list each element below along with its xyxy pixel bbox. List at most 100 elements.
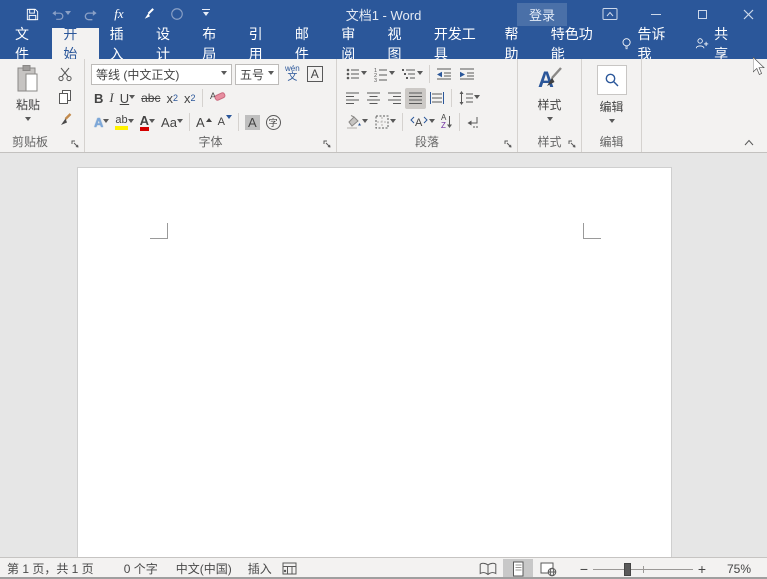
borders-button[interactable]: [371, 112, 399, 133]
macro-record-button[interactable]: [282, 562, 297, 575]
line-spacing-button[interactable]: [455, 88, 483, 109]
web-layout-button[interactable]: [533, 559, 563, 579]
redo-icon: [83, 7, 98, 22]
sort-button[interactable]: A Z: [438, 112, 456, 133]
tab-developer[interactable]: 开发工具: [423, 28, 494, 59]
align-center-button[interactable]: [363, 88, 384, 109]
svg-text:A: A: [415, 117, 423, 129]
tab-view[interactable]: 视图: [377, 28, 423, 59]
insert-mode-status[interactable]: 插入: [244, 560, 276, 577]
word-count-status[interactable]: 0 个字: [120, 560, 162, 577]
maximize-button[interactable]: [687, 0, 717, 28]
font-color-button[interactable]: A: [137, 112, 158, 133]
increase-indent-button[interactable]: [456, 64, 479, 85]
shading-button[interactable]: [342, 112, 371, 133]
styles-dropdown-icon: [547, 117, 553, 124]
share-button[interactable]: 共享: [684, 28, 749, 59]
zoom-out-button[interactable]: −: [575, 561, 593, 577]
italic-button[interactable]: I: [106, 88, 116, 109]
tab-mailings[interactable]: 邮件: [284, 28, 330, 59]
tell-me-box[interactable]: 告诉我: [610, 28, 684, 59]
font-dialog-launcher[interactable]: [321, 138, 332, 149]
change-case-button[interactable]: Aa: [158, 112, 186, 133]
read-mode-button[interactable]: [473, 559, 503, 579]
zoom-slider-thumb[interactable]: [624, 563, 631, 576]
function-icon: fx: [114, 6, 123, 22]
copy-button[interactable]: [54, 87, 76, 107]
insert-function-button[interactable]: fx: [109, 4, 129, 24]
superscript-button[interactable]: x2: [181, 88, 199, 109]
grow-font-button[interactable]: A: [193, 112, 215, 133]
undo-button[interactable]: [51, 4, 71, 24]
styles-dialog-launcher[interactable]: [566, 138, 577, 149]
tab-design[interactable]: 设计: [145, 28, 191, 59]
align-left-button[interactable]: [342, 88, 363, 109]
strikethrough-button[interactable]: abc: [138, 88, 163, 109]
chevron-up-icon: [744, 139, 754, 146]
underline-dropdown-icon: [129, 95, 135, 102]
zoom-slider[interactable]: [593, 559, 693, 579]
highlight-color-button[interactable]: ab: [112, 112, 136, 133]
phonetic-guide-button[interactable]: wén 文: [285, 65, 300, 83]
quick-access-toolbar: fx: [0, 4, 216, 24]
decrease-indent-icon: [436, 66, 453, 82]
format-painter-qat-button[interactable]: [138, 4, 158, 24]
font-size-combo[interactable]: 五号: [235, 64, 279, 85]
multilevel-list-button[interactable]: [398, 64, 426, 85]
clipboard-dialog-launcher[interactable]: [69, 138, 80, 149]
format-painter-button[interactable]: [54, 110, 76, 130]
asian-layout-button[interactable]: A: [406, 112, 438, 133]
tab-insert[interactable]: 插入: [99, 28, 145, 59]
paragraph-mark-icon: [466, 115, 480, 129]
collapse-ribbon-button[interactable]: [741, 136, 757, 148]
underline-button[interactable]: U: [117, 88, 138, 109]
character-shading-button[interactable]: A: [242, 112, 263, 133]
dialog-launcher-icon: [503, 139, 513, 149]
touch-mode-button[interactable]: [167, 4, 187, 24]
signin-button[interactable]: 登录: [517, 3, 567, 26]
language-status[interactable]: 中文(中国): [172, 560, 236, 577]
zoom-in-button[interactable]: +: [693, 561, 711, 577]
tab-references[interactable]: 引用: [238, 28, 284, 59]
clear-formatting-button[interactable]: A: [206, 88, 230, 109]
show-hide-marks-button[interactable]: [463, 112, 483, 133]
ribbon-display-options-button[interactable]: [595, 0, 625, 28]
bold-button[interactable]: B: [91, 88, 106, 109]
print-layout-button[interactable]: [503, 559, 533, 579]
text-effects-button[interactable]: A: [91, 112, 112, 133]
editing-button[interactable]: 编辑: [582, 62, 641, 126]
zoom-level[interactable]: 75%: [711, 562, 751, 576]
svg-text:3: 3: [374, 78, 377, 82]
bullets-button[interactable]: [342, 64, 370, 85]
tab-layout[interactable]: 布局: [191, 28, 237, 59]
save-button[interactable]: [22, 4, 42, 24]
numbering-button[interactable]: 123: [370, 64, 398, 85]
paragraph-dialog-launcher[interactable]: [502, 138, 513, 149]
tab-home[interactable]: 开始: [52, 28, 98, 59]
shrink-font-button[interactable]: A: [215, 112, 235, 133]
subscript-button[interactable]: x2: [163, 88, 181, 109]
distribute-text-button[interactable]: [426, 88, 448, 109]
print-layout-icon: [511, 561, 525, 577]
tab-help[interactable]: 帮助: [493, 28, 539, 59]
paste-button[interactable]: 粘贴: [6, 62, 50, 130]
enclose-characters-button[interactable]: 字: [263, 112, 284, 133]
undo-icon: [51, 7, 65, 22]
increase-indent-icon: [459, 66, 476, 82]
tab-special-features[interactable]: 特色功能: [540, 28, 611, 59]
customize-qat-button[interactable]: [196, 4, 216, 24]
styles-button[interactable]: A 样式: [518, 62, 581, 124]
tab-file[interactable]: 文件: [2, 28, 52, 59]
document-page[interactable]: [77, 167, 672, 557]
tab-review[interactable]: 审阅: [330, 28, 376, 59]
cut-icon: [57, 66, 73, 82]
align-center-icon: [366, 90, 381, 106]
align-right-button[interactable]: [384, 88, 405, 109]
cut-button[interactable]: [54, 64, 76, 84]
decrease-indent-button[interactable]: [433, 64, 456, 85]
font-name-combo[interactable]: 等线 (中文正文): [91, 64, 232, 85]
page-count-status[interactable]: 第 1 页，共 1 页: [3, 560, 98, 577]
redo-button[interactable]: [80, 4, 100, 24]
justify-button[interactable]: [405, 88, 426, 109]
character-border-button[interactable]: A: [307, 66, 323, 82]
